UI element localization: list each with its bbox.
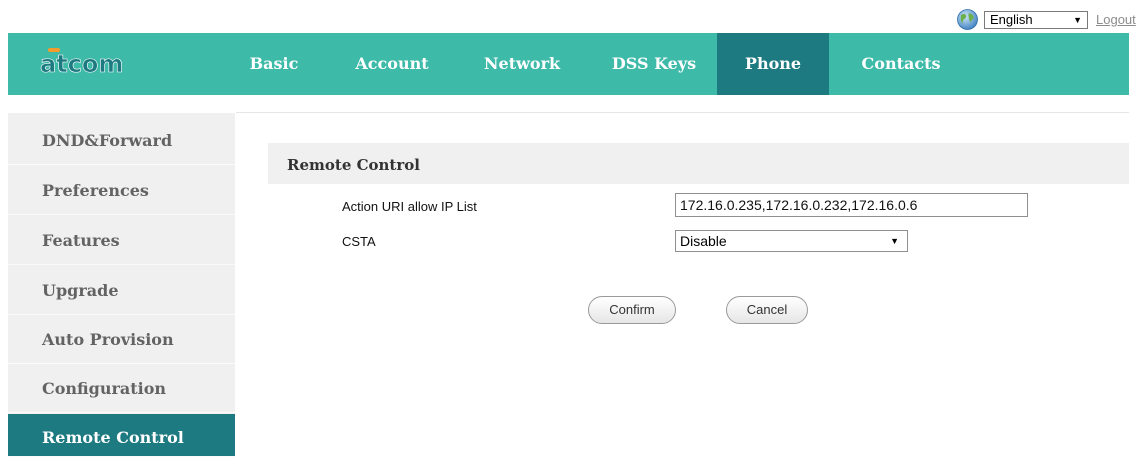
sidebar-item-dnd-forward[interactable]: DND&Forward	[8, 116, 235, 165]
section-title: Remote Control	[287, 156, 420, 174]
chevron-down-icon: ▼	[1073, 15, 1082, 25]
nav-tab-dss-keys[interactable]: DSS Keys	[598, 33, 710, 95]
language-select-value: English	[990, 12, 1033, 27]
confirm-button[interactable]: Confirm	[588, 296, 676, 324]
section-header: Remote Control	[268, 143, 1129, 184]
csta-label: CSTA	[342, 234, 376, 249]
sidebar-item-remote-control[interactable]: Remote Control	[8, 414, 235, 457]
content-divider	[236, 112, 1129, 113]
language-select[interactable]: English ▼	[984, 11, 1088, 29]
nav-tab-contacts[interactable]: Contacts	[846, 33, 956, 95]
main-nav: atcom Basic Account Network DSS Keys Pho…	[8, 33, 1129, 95]
sidebar-item-auto-provision[interactable]: Auto Provision	[8, 315, 235, 364]
nav-tab-account[interactable]: Account	[344, 33, 440, 95]
sidebar-item-upgrade[interactable]: Upgrade	[8, 266, 235, 315]
sidebar-item-preferences[interactable]: Preferences	[8, 166, 235, 215]
csta-select[interactable]: Disable ▼	[675, 230, 908, 252]
action-uri-label: Action URI allow IP List	[342, 199, 477, 214]
top-bar: English ▼ Logout	[0, 0, 1144, 33]
sidebar: DND&Forward Preferences Features Upgrade…	[8, 113, 235, 457]
logout-link[interactable]: Logout	[1096, 12, 1136, 27]
cancel-button[interactable]: Cancel	[726, 296, 808, 324]
nav-tab-network[interactable]: Network	[472, 33, 572, 95]
action-uri-input[interactable]: 172.16.0.235,172.16.0.232,172.16.0.6	[675, 193, 1028, 217]
chevron-down-icon: ▼	[890, 236, 899, 246]
logo-text: atcom	[40, 50, 123, 78]
sidebar-item-configuration[interactable]: Configuration	[8, 364, 235, 413]
atcom-logo: atcom	[40, 48, 124, 78]
nav-tab-phone[interactable]: Phone	[717, 33, 829, 95]
sidebar-item-features[interactable]: Features	[8, 216, 235, 265]
globe-icon	[957, 9, 978, 30]
nav-tab-basic[interactable]: Basic	[240, 33, 308, 95]
csta-select-value: Disable	[680, 233, 727, 249]
